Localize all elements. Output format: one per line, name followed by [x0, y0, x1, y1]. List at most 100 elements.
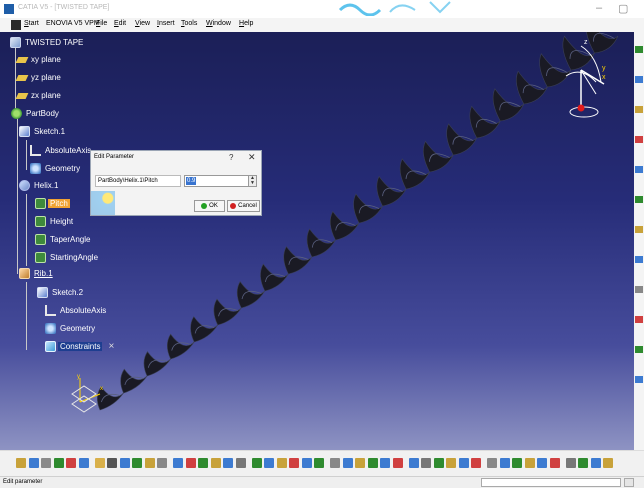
parameter-path-field: PartBody\Helix.1\Pitch — [95, 175, 181, 187]
tree-item-absolute-axis-2[interactable]: AbsoluteAxis — [45, 303, 108, 318]
side-tool-icon[interactable] — [635, 196, 643, 203]
toolbar-tool-icon[interactable] — [144, 458, 155, 468]
toolbar-tool-icon[interactable] — [198, 458, 208, 468]
toolbar-tool-icon[interactable] — [380, 458, 390, 468]
tree-item-taper-angle[interactable]: TaperAngle — [35, 232, 92, 247]
tree-item-starting-angle[interactable]: StartingAngle — [35, 250, 100, 265]
toolbar-tool-icon[interactable] — [289, 458, 299, 468]
side-tool-icon[interactable] — [635, 226, 643, 233]
command-button[interactable] — [624, 478, 634, 487]
toolbar-tool-icon[interactable] — [446, 458, 456, 468]
toolbar-tool-icon[interactable] — [565, 458, 576, 468]
toolbar-tool-icon[interactable] — [471, 458, 481, 468]
twisted-tape-model[interactable]: z y x y x — [0, 32, 634, 450]
toolbar-tool-icon[interactable] — [578, 458, 588, 468]
toolbar-tool-icon[interactable] — [235, 458, 246, 468]
toolbar-tool-icon[interactable] — [499, 458, 510, 468]
toolbar-tool-icon[interactable] — [512, 458, 522, 468]
side-tool-icon[interactable] — [635, 136, 643, 143]
tree-item-helix1[interactable]: Helix.1 — [19, 178, 60, 193]
3d-viewport[interactable]: z y x y x TWISTED TAPE xy plane yz plane… — [0, 32, 634, 450]
menu-file[interactable]: File — [96, 20, 107, 27]
toolbar-tool-icon[interactable] — [66, 458, 76, 468]
menu-start[interactable]: Start — [24, 20, 39, 27]
tree-item-height[interactable]: Height — [35, 214, 75, 229]
toolbar-tool-icon[interactable] — [28, 458, 39, 468]
toolbar-tool-icon[interactable] — [330, 458, 340, 468]
cancel-button[interactable]: Cancel — [227, 200, 260, 212]
tree-item-absolute-axis-1[interactable]: AbsoluteAxis — [30, 143, 93, 158]
tree-item-rib1[interactable]: Rib.1 — [19, 266, 55, 281]
toolbar-tool-icon[interactable] — [537, 458, 547, 468]
parameter-value-input[interactable]: 0.9 — [184, 175, 249, 187]
toolbar-tool-icon[interactable] — [119, 458, 130, 468]
tree-item-constraints[interactable]: Constraints × — [45, 339, 114, 354]
toolbar-tool-icon[interactable] — [94, 458, 105, 468]
value-spinner[interactable]: ▲ ▼ — [248, 175, 257, 187]
toolbar-tool-icon[interactable] — [173, 458, 183, 468]
toolbar-tool-icon[interactable] — [41, 458, 51, 468]
menu-help[interactable]: Help — [239, 20, 253, 27]
side-tool-icon[interactable] — [635, 106, 643, 113]
toolbar-tool-icon[interactable] — [342, 458, 353, 468]
spin-down-icon[interactable]: ▼ — [249, 181, 256, 186]
toolbar-tool-icon[interactable] — [276, 458, 287, 468]
tree-item-pitch[interactable]: Pitch — [35, 196, 70, 211]
toolbar-tool-icon[interactable] — [210, 458, 221, 468]
side-tool-icon[interactable] — [635, 286, 643, 293]
toolbar-tool-icon[interactable] — [185, 458, 196, 468]
tree-item-partbody[interactable]: PartBody — [11, 106, 61, 121]
tree-item-xy-plane[interactable]: xy plane — [15, 52, 63, 67]
side-tool-icon[interactable] — [635, 76, 643, 83]
menu-view[interactable]: View — [135, 20, 150, 27]
toolbar-tool-icon[interactable] — [301, 458, 312, 468]
toolbar-tool-icon[interactable] — [392, 458, 403, 468]
toolbar-tool-icon[interactable] — [603, 458, 613, 468]
side-tool-icon[interactable] — [635, 256, 643, 263]
tree-item-geometry-2[interactable]: Geometry — [45, 321, 97, 336]
tree-item-geometry-1[interactable]: Geometry — [30, 161, 82, 176]
toolbar-tool-icon[interactable] — [157, 458, 167, 468]
toolbar-tool-icon[interactable] — [16, 458, 26, 468]
toolbar-tool-icon[interactable] — [223, 458, 233, 468]
toolbar-tool-icon[interactable] — [53, 458, 64, 468]
side-tool-icon[interactable] — [635, 46, 643, 53]
toolbar-tool-icon[interactable] — [251, 458, 262, 468]
tree-item-yz-plane[interactable]: yz plane — [15, 70, 63, 85]
toolbar-tool-icon[interactable] — [107, 458, 117, 468]
tree-root[interactable]: TWISTED TAPE — [10, 35, 85, 50]
ok-button[interactable]: OK — [194, 200, 225, 212]
toolbar-tool-icon[interactable] — [367, 458, 378, 468]
menu-tools[interactable]: Tools — [181, 20, 197, 27]
toolbar-tool-icon[interactable] — [314, 458, 324, 468]
toolbar-tool-icon[interactable] — [549, 458, 560, 468]
toolbar-tool-icon[interactable] — [458, 458, 469, 468]
dialog-close-button[interactable]: ✕ — [248, 152, 256, 163]
menu-insert[interactable]: Insert — [157, 20, 175, 27]
toolbar-tool-icon[interactable] — [590, 458, 601, 468]
dialog-help-button[interactable]: ? — [229, 153, 233, 162]
toolbar-tool-icon[interactable] — [487, 458, 497, 468]
toolbar-tool-icon[interactable] — [421, 458, 431, 468]
side-tool-icon[interactable] — [635, 376, 643, 383]
toolbar-tool-icon[interactable] — [78, 458, 89, 468]
minimize-button[interactable]: – — [596, 2, 602, 14]
toolbar-tool-icon[interactable] — [408, 458, 419, 468]
tree-item-zx-plane[interactable]: zx plane — [15, 88, 63, 103]
toolbar-tool-icon[interactable] — [355, 458, 365, 468]
side-tool-icon[interactable] — [635, 316, 643, 323]
toolbar-tool-icon[interactable] — [264, 458, 274, 468]
toolbar-tool-icon[interactable] — [433, 458, 444, 468]
command-input[interactable] — [481, 478, 621, 487]
toolbar-tool-icon[interactable] — [524, 458, 535, 468]
maximize-button[interactable]: ▢ — [618, 2, 628, 15]
constraints-close-icon[interactable]: × — [108, 341, 114, 352]
side-tool-icon[interactable] — [635, 346, 643, 353]
tree-item-sketch1[interactable]: Sketch.1 — [19, 124, 67, 139]
side-tool-icon[interactable] — [635, 166, 643, 173]
menu-window[interactable]: Window — [206, 20, 231, 27]
menu-edit[interactable]: Edit — [114, 20, 126, 27]
menu-enovia[interactable]: ENOVIA V5 VPM — [46, 20, 100, 27]
toolbar-tool-icon[interactable] — [132, 458, 142, 468]
tree-item-sketch2[interactable]: Sketch.2 — [37, 285, 85, 300]
